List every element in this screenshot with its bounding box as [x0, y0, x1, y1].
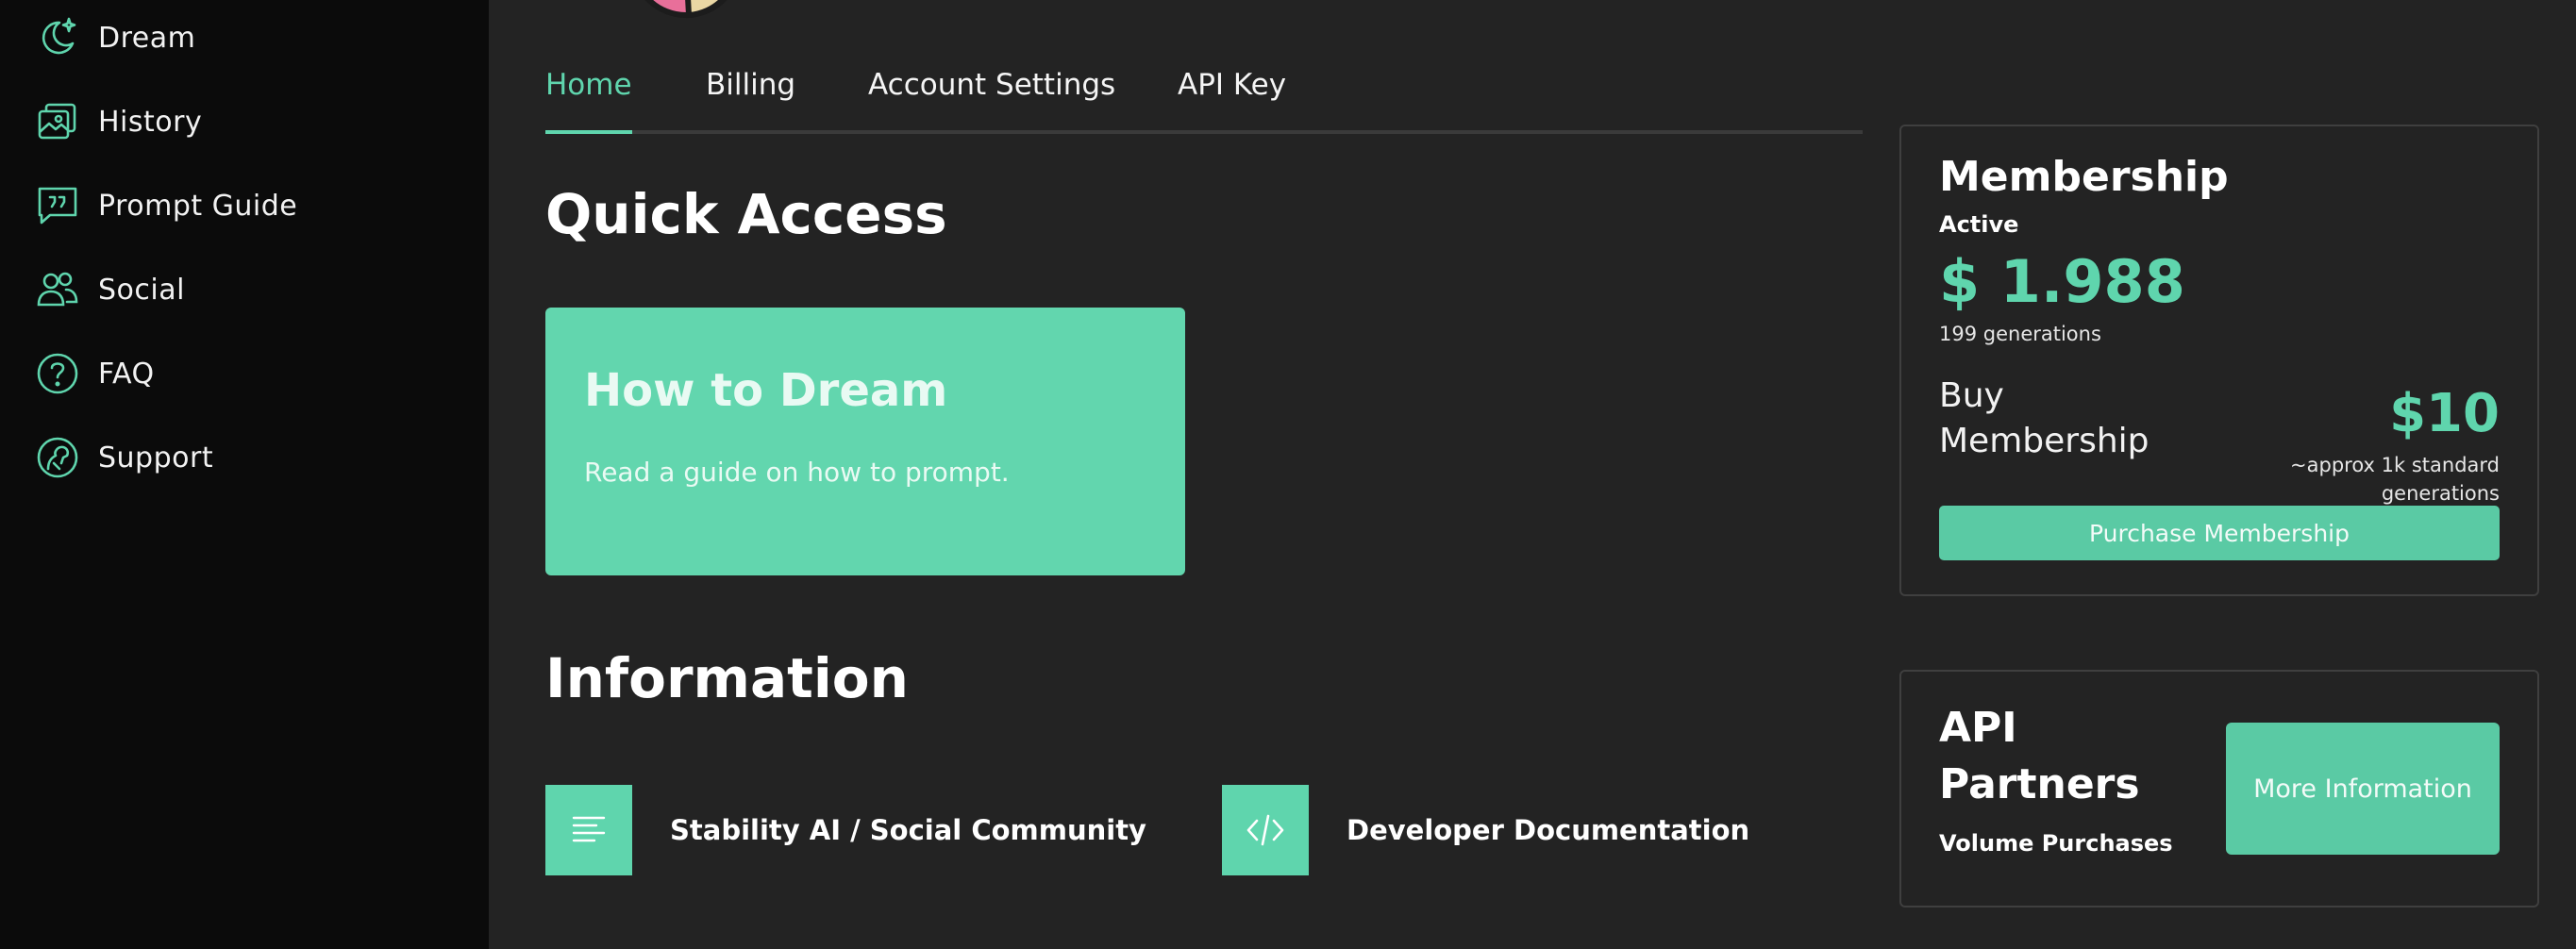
api-partners-title: API Partners	[1939, 704, 2140, 808]
tab-billing[interactable]: Billing	[706, 68, 795, 130]
tab-underline	[545, 130, 1863, 134]
community-link[interactable]: Stability AI / Social Community	[545, 785, 1146, 875]
quick-access-heading: Quick Access	[545, 182, 947, 246]
sidebar-item-label: Dream	[98, 21, 196, 55]
image-stack-icon	[34, 98, 81, 145]
sidebar-item-history[interactable]: History	[34, 93, 449, 150]
more-information-button[interactable]: More Information	[2226, 723, 2500, 855]
sidebar-item-label: History	[98, 105, 203, 139]
developer-docs-link[interactable]: Developer Documentation	[1222, 785, 1749, 875]
membership-balance: $ 1.988	[1939, 247, 2185, 316]
tab-api-key[interactable]: API Key	[1178, 68, 1286, 130]
card-title: How to Dream	[584, 364, 948, 417]
sidebar-item-social[interactable]: Social	[34, 261, 449, 318]
moon-sparkle-icon	[34, 14, 81, 61]
membership-panel: Membership Active $ 1.988 199 generation…	[1899, 125, 2539, 596]
api-partners-panel: API Partners Volume Purchases More Infor…	[1899, 670, 2539, 907]
tab-home[interactable]: Home	[545, 68, 632, 134]
question-icon	[34, 350, 81, 397]
sidebar-item-label: Social	[98, 273, 185, 307]
sidebar-item-support[interactable]: Support	[34, 429, 449, 486]
info-item-label: Developer Documentation	[1347, 814, 1750, 846]
sidebar: Dream History Prompt Guide Social FAQ Su…	[0, 0, 489, 949]
sidebar-item-faq[interactable]: FAQ	[34, 345, 449, 402]
purchase-membership-button[interactable]: Purchase Membership	[1939, 506, 2500, 560]
membership-price: $10	[2389, 383, 2500, 444]
users-icon	[34, 266, 81, 313]
tab-account-settings[interactable]: Account Settings	[868, 68, 1115, 130]
sidebar-item-dream[interactable]: Dream	[34, 9, 449, 66]
code-icon	[1222, 785, 1309, 875]
approx-generations-note: ~approx 1k standard generations	[2290, 454, 2500, 505]
info-item-label: Stability AI / Social Community	[670, 814, 1146, 846]
tab-bar: Home Billing Account Settings API Key	[545, 68, 1863, 134]
how-to-dream-card[interactable]: How to Dream Read a guide on how to prom…	[545, 308, 1185, 575]
api-partners-subtitle: Volume Purchases	[1939, 830, 2173, 857]
sidebar-item-label: Support	[98, 441, 214, 474]
information-heading: Information	[545, 646, 909, 710]
buy-membership-label: Buy Membership	[1939, 376, 2149, 460]
sidebar-item-label: FAQ	[98, 357, 155, 391]
membership-title: Membership	[1939, 153, 2229, 201]
membership-status: Active	[1939, 211, 2019, 238]
sidebar-item-label: Prompt Guide	[98, 189, 298, 223]
sidebar-item-prompt-guide[interactable]: Prompt Guide	[34, 177, 449, 234]
avatar[interactable]	[596, 0, 776, 19]
document-lines-icon	[545, 785, 632, 875]
quote-bubble-icon	[34, 182, 81, 229]
card-subtitle: Read a guide on how to prompt.	[584, 457, 1010, 488]
support-icon	[34, 434, 81, 481]
generations-count: 199 generations	[1939, 323, 2101, 345]
